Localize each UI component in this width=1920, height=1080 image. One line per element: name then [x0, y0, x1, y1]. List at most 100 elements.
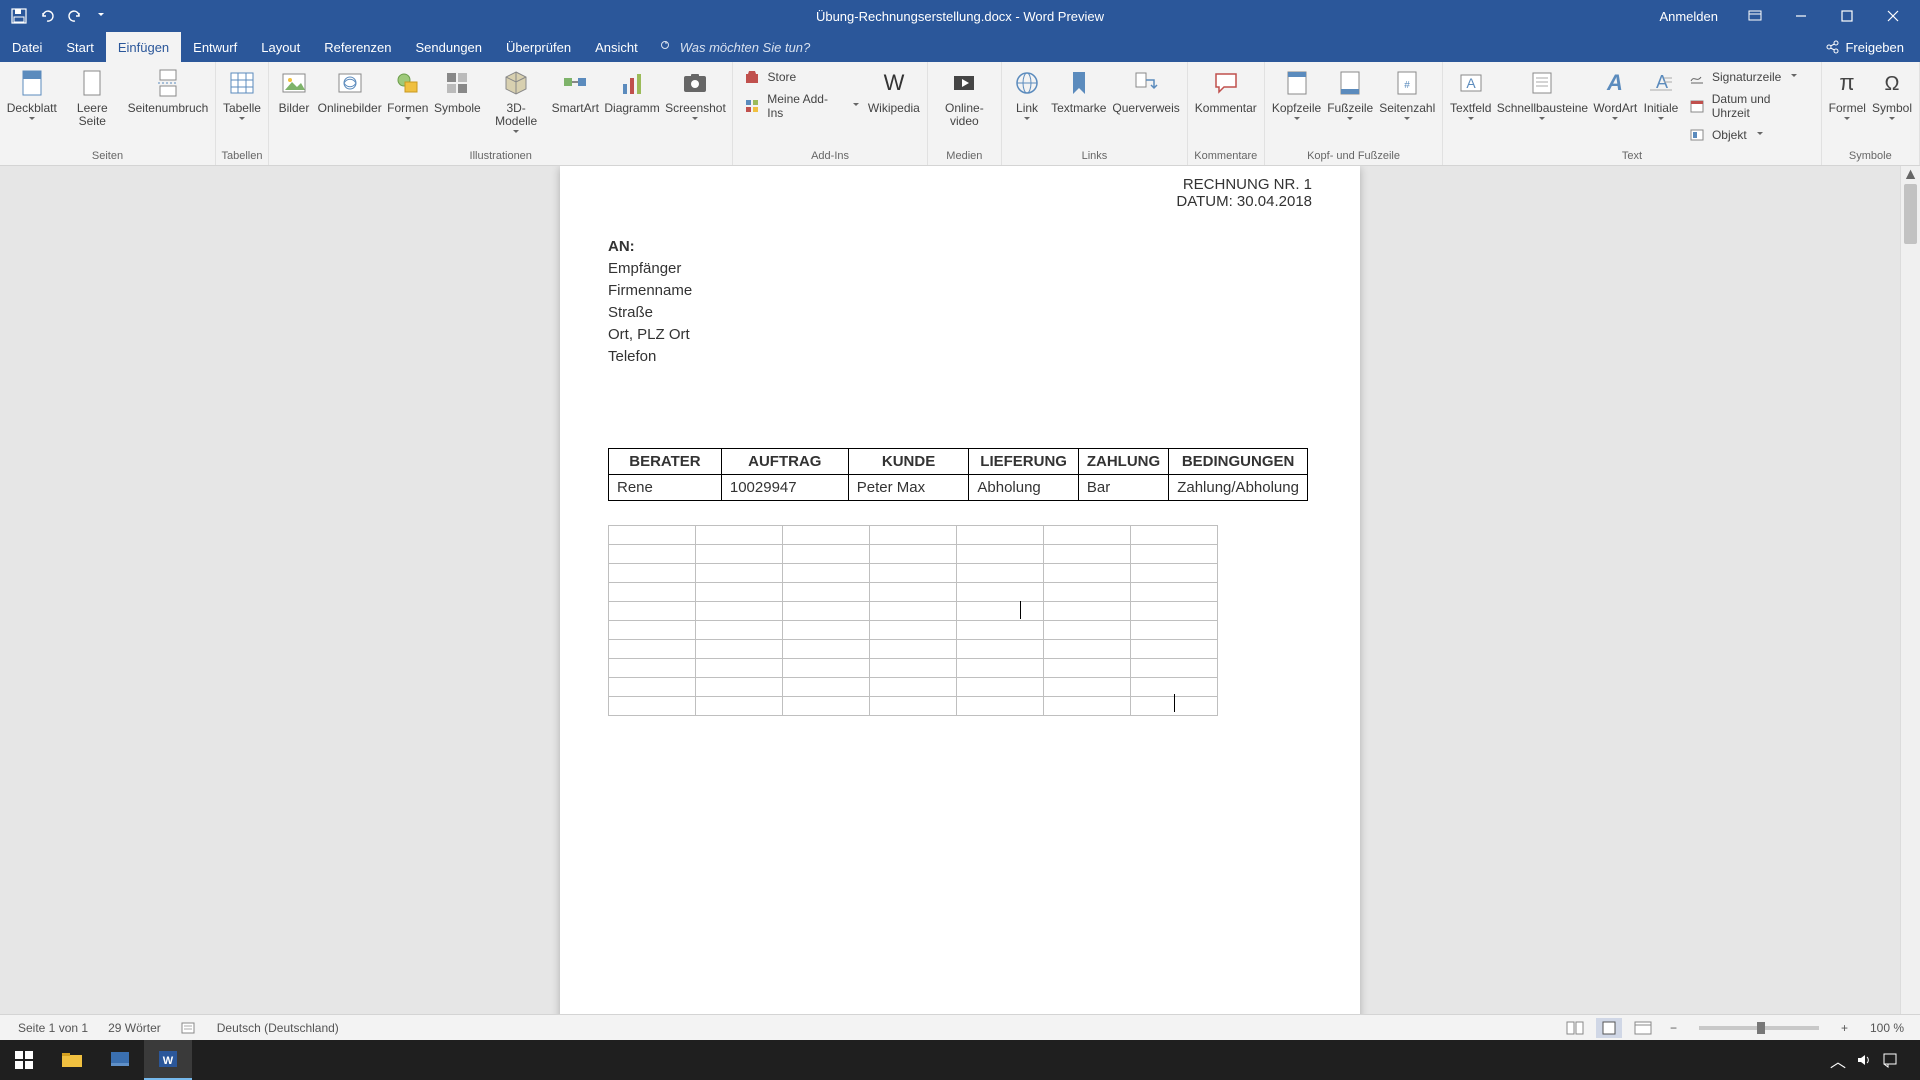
textbox-button[interactable]: A Textfeld	[1447, 64, 1494, 125]
group-pages: Deckblatt Leere Seite Seitenumbruch Seit…	[0, 62, 216, 165]
save-icon[interactable]	[8, 5, 30, 27]
my-addins-button[interactable]: Meine Add-Ins	[739, 91, 863, 121]
addins-icon	[743, 97, 761, 115]
tab-design[interactable]: Entwurf	[181, 32, 249, 62]
status-language[interactable]: Deutsch (Deutschland)	[207, 1021, 349, 1035]
group-links: Link Textmarke Querverweis Links	[1002, 62, 1188, 165]
invoice-date: DATUM: 30.04.2018	[608, 193, 1312, 210]
group-symbols: π Formel Ω Symbol Symbole	[1822, 62, 1920, 165]
info-table-data-row: Rene 10029947 Peter Max Abholung Bar Zah…	[609, 475, 1308, 501]
qat-customize-icon[interactable]	[92, 5, 106, 27]
tab-mailings[interactable]: Sendungen	[404, 32, 495, 62]
group-header-footer: Kopfzeile Fußzeile # Seitenzahl Kopf- un…	[1265, 62, 1443, 165]
signature-icon	[1688, 68, 1706, 86]
footer-button[interactable]: Fußzeile	[1324, 64, 1376, 125]
online-pictures-button[interactable]: Onlinebilder	[315, 64, 384, 117]
redo-icon[interactable]	[64, 5, 86, 27]
bookmark-button[interactable]: Textmarke	[1048, 64, 1109, 117]
page-number-button[interactable]: # Seitenzahl	[1376, 64, 1438, 125]
cover-page-button[interactable]: Deckblatt	[4, 64, 60, 125]
group-media: Online-video Medien	[928, 62, 1002, 165]
tray-volume-icon[interactable]	[1856, 1052, 1872, 1068]
symbol-button[interactable]: Ω Symbol	[1869, 64, 1915, 125]
crossref-button[interactable]: Querverweis	[1109, 64, 1182, 117]
tab-home[interactable]: Start	[54, 32, 105, 62]
page-break-button[interactable]: Seitenumbruch	[125, 64, 211, 117]
svg-text:A: A	[1466, 75, 1476, 91]
zoom-out-button[interactable]: −	[1664, 1021, 1683, 1035]
table-button[interactable]: Tabelle	[220, 64, 264, 125]
invoice-number: RECHNUNG NR. 1	[608, 176, 1312, 193]
svg-text:#: #	[1404, 80, 1410, 91]
comment-button[interactable]: Kommentar	[1192, 64, 1260, 117]
pictures-button[interactable]: Bilder	[273, 64, 315, 117]
group-illustrations: Bilder Onlinebilder Formen Symbole 3D-Mo…	[269, 62, 734, 165]
header-button[interactable]: Kopfzeile	[1269, 64, 1324, 125]
read-mode-icon[interactable]	[1562, 1018, 1588, 1038]
tab-view[interactable]: Ansicht	[583, 32, 650, 62]
svg-text:W: W	[883, 70, 904, 95]
tray-notifications-icon[interactable]	[1882, 1052, 1898, 1068]
group-tables: Tabelle Tabellen	[216, 62, 269, 165]
smartart-button[interactable]: SmartArt	[549, 64, 602, 117]
share-button[interactable]: Freigeben	[1825, 40, 1904, 55]
recipient-label: AN:	[608, 236, 1312, 258]
3d-models-button[interactable]: 3D-Modelle	[483, 64, 548, 138]
tab-review[interactable]: Überprüfen	[494, 32, 583, 62]
info-table[interactable]: BERATER AUFTRAG KUNDE LIEFERUNG ZAHLUNG …	[608, 448, 1308, 501]
svg-text:A: A	[1606, 70, 1623, 95]
start-button[interactable]	[0, 1040, 48, 1080]
zoom-slider[interactable]	[1699, 1026, 1819, 1030]
scroll-thumb[interactable]	[1904, 184, 1917, 244]
tab-insert[interactable]: Einfügen	[106, 32, 181, 62]
status-page[interactable]: Seite 1 von 1	[8, 1021, 98, 1035]
tell-me-search[interactable]: Was möchten Sie tun?	[650, 32, 811, 62]
recipient-name: Empfänger	[608, 258, 1312, 280]
close-button[interactable]	[1870, 0, 1916, 32]
status-words[interactable]: 29 Wörter	[98, 1021, 171, 1035]
ribbon-tabs: Datei Start Einfügen Entwurf Layout Refe…	[0, 32, 1920, 62]
empty-table[interactable]	[608, 525, 1218, 716]
tab-references[interactable]: Referenzen	[312, 32, 403, 62]
object-button[interactable]: Objekt	[1684, 125, 1815, 145]
taskbar-explorer-icon[interactable]	[48, 1040, 96, 1080]
dropcap-button[interactable]: A Initiale	[1640, 64, 1682, 125]
date-time-button[interactable]: Datum und Uhrzeit	[1684, 91, 1815, 121]
link-button[interactable]: Link	[1006, 64, 1048, 125]
undo-icon[interactable]	[36, 5, 58, 27]
wordart-button[interactable]: A WordArt	[1591, 64, 1640, 125]
store-button[interactable]: Store	[739, 67, 863, 87]
taskbar-word-icon[interactable]: W	[144, 1040, 192, 1080]
online-video-button[interactable]: Online-video	[932, 64, 997, 130]
tab-file[interactable]: Datei	[0, 32, 54, 62]
document-workspace[interactable]: RECHNUNG NR. 1 DATUM: 30.04.2018 AN: Emp…	[0, 166, 1900, 1044]
taskbar-app-icon[interactable]	[96, 1040, 144, 1080]
web-layout-icon[interactable]	[1630, 1018, 1656, 1038]
ribbon-display-icon[interactable]	[1732, 0, 1778, 32]
zoom-knob[interactable]	[1757, 1022, 1765, 1034]
icons-button[interactable]: Symbole	[431, 64, 483, 117]
scroll-up-icon[interactable]: ▲	[1901, 166, 1920, 184]
screenshot-button[interactable]: Screenshot	[662, 64, 728, 125]
chart-button[interactable]: Diagramm	[602, 64, 663, 117]
shapes-button[interactable]: Formen	[384, 64, 431, 125]
zoom-level[interactable]: 100 %	[1862, 1021, 1912, 1035]
maximize-button[interactable]	[1824, 0, 1870, 32]
vertical-scrollbar[interactable]: ▲ ▼	[1900, 166, 1920, 1044]
signature-line-button[interactable]: Signaturzeile	[1684, 67, 1815, 87]
ribbon: Deckblatt Leere Seite Seitenumbruch Seit…	[0, 62, 1920, 166]
document-page[interactable]: RECHNUNG NR. 1 DATUM: 30.04.2018 AN: Emp…	[560, 166, 1360, 1044]
tab-layout[interactable]: Layout	[249, 32, 312, 62]
blank-page-button[interactable]: Leere Seite	[60, 64, 125, 130]
print-layout-icon[interactable]	[1596, 1018, 1622, 1038]
wikipedia-button[interactable]: W Wikipedia	[865, 64, 923, 117]
equation-button[interactable]: π Formel	[1826, 64, 1869, 125]
zoom-in-button[interactable]: +	[1835, 1021, 1854, 1035]
minimize-button[interactable]	[1778, 0, 1824, 32]
spellcheck-icon[interactable]	[171, 1021, 207, 1035]
sign-in-link[interactable]: Anmelden	[1645, 9, 1732, 24]
quickparts-button[interactable]: Schnellbausteine	[1494, 64, 1590, 125]
title-bar: Übung-Rechnungserstellung.docx - Word Pr…	[0, 0, 1920, 32]
tray-chevron-up-icon[interactable]: ︿	[1830, 1048, 1846, 1072]
group-text: A Textfeld Schnellbausteine A WordArt A …	[1443, 62, 1821, 165]
